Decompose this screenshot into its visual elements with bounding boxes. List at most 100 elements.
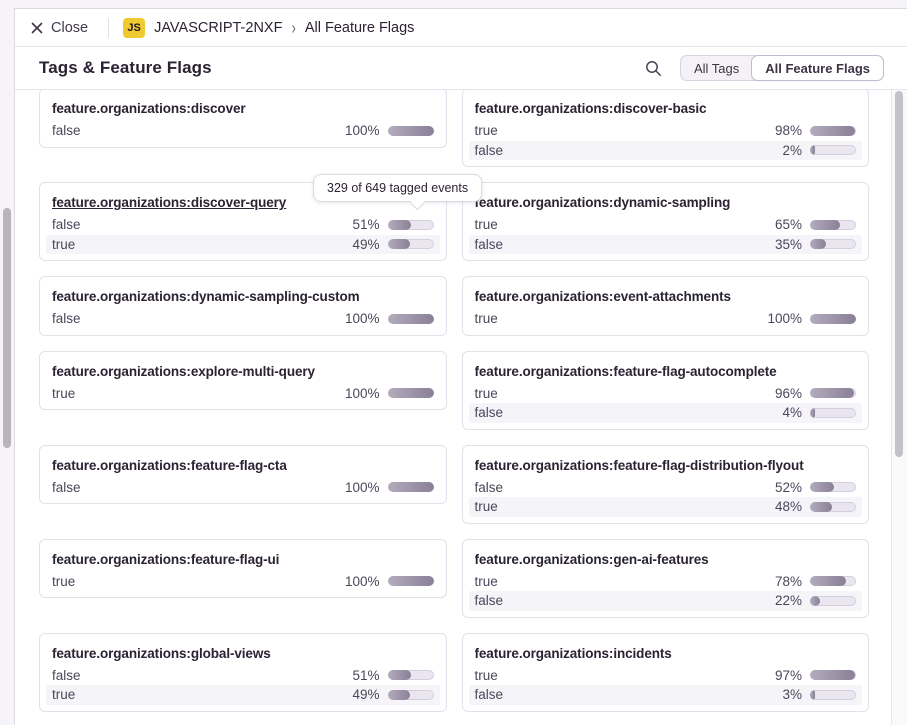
feature-flag-card: feature.organizations:explore-multi-quer… — [39, 351, 447, 411]
flag-percentage: 22% — [775, 593, 802, 608]
flag-value-label: false — [52, 668, 352, 683]
flag-value-rows: false100% — [46, 309, 440, 329]
flag-percentage: 51% — [352, 217, 379, 232]
flag-value-rows: false51%true49% — [46, 215, 440, 254]
feature-flag-name[interactable]: feature.organizations:feature-flag-cta — [52, 456, 434, 476]
feature-flag-name[interactable]: feature.organizations:gen-ai-features — [475, 550, 857, 570]
chevron-right-icon: › — [291, 17, 295, 38]
distribution-bar — [388, 690, 434, 700]
feature-flag-card: feature.organizations:feature-flag-ui tr… — [39, 539, 447, 599]
flag-percentage: 98% — [775, 123, 802, 138]
feature-flag-name[interactable]: feature.organizations:dynamic-sampling — [475, 193, 857, 213]
feature-flag-name[interactable]: feature.organizations:discover — [52, 99, 434, 119]
flag-value-label: false — [475, 593, 775, 608]
distribution-bar-fill — [810, 502, 832, 512]
feature-flag-card: feature.organizations:dynamic-sampling t… — [462, 182, 870, 261]
flag-percentage: 49% — [352, 687, 379, 702]
flag-value-row: false100% — [46, 478, 440, 498]
feature-flags-drawer: Close JS JAVASCRIPT-2NXF › All Feature F… — [14, 8, 907, 725]
distribution-bar — [388, 482, 434, 492]
flag-value-row: true97% — [469, 666, 863, 686]
javascript-platform-badge: JS — [123, 18, 145, 38]
flag-value-row: true100% — [46, 572, 440, 592]
flag-value-rows: false100% — [46, 121, 440, 141]
distribution-bar-fill — [388, 314, 434, 324]
page-scrollbar-thumb[interactable] — [3, 208, 11, 448]
feature-flag-name[interactable]: feature.organizations:incidents — [475, 644, 857, 664]
tab-all-tags[interactable]: All Tags — [681, 56, 752, 80]
search-button[interactable] — [641, 56, 666, 81]
distribution-bar — [810, 145, 856, 155]
distribution-bar-fill — [388, 388, 434, 398]
page-scrollbar-track — [0, 0, 14, 725]
flag-value-row: true49% — [46, 685, 440, 705]
distribution-bar-fill — [810, 239, 826, 249]
feature-flag-name[interactable]: feature.organizations:feature-flag-autoc… — [475, 362, 857, 382]
feature-flag-name[interactable]: feature.organizations:event-attachments — [475, 287, 857, 307]
distribution-bar — [810, 690, 856, 700]
flag-percentage: 52% — [775, 480, 802, 495]
feature-flag-name[interactable]: feature.organizations:discover-basic — [475, 99, 857, 119]
flag-value-label: true — [475, 574, 775, 589]
distribution-bar — [810, 502, 856, 512]
flag-value-label: false — [475, 237, 775, 252]
flag-value-label: true — [475, 386, 775, 401]
flag-value-label: false — [52, 217, 352, 232]
drawer-scrollbar-track — [891, 90, 907, 725]
distribution-bar — [810, 314, 856, 324]
tab-all-feature-flags[interactable]: All Feature Flags — [751, 55, 884, 81]
feature-flag-card: feature.organizations:discover false100% — [39, 90, 447, 148]
flag-value-row: true49% — [46, 235, 440, 255]
drawer-top-bar: Close JS JAVASCRIPT-2NXF › All Feature F… — [15, 9, 907, 47]
feature-flag-card: feature.organizations:dynamic-sampling-c… — [39, 276, 447, 336]
distribution-bar — [810, 220, 856, 230]
flag-value-row: false52% — [469, 478, 863, 498]
flag-value-rows: true78%false22% — [469, 572, 863, 611]
flag-percentage: 2% — [782, 143, 802, 158]
distribution-bar-fill — [388, 670, 411, 680]
feature-flag-name[interactable]: feature.organizations:feature-flag-distr… — [475, 456, 857, 476]
feature-flag-name[interactable]: feature.organizations:explore-multi-quer… — [52, 362, 434, 382]
top-bar-divider — [108, 18, 109, 38]
distribution-bar-fill — [388, 576, 434, 586]
flag-value-rows: false52%true48% — [469, 478, 863, 517]
flag-value-row: false3% — [469, 685, 863, 705]
distribution-bar — [388, 670, 434, 680]
distribution-bar-fill — [810, 314, 856, 324]
feature-flag-card: feature.organizations:feature-flag-cta f… — [39, 445, 447, 505]
distribution-bar-fill — [388, 239, 411, 249]
flag-value-rows: true65%false35% — [469, 215, 863, 254]
flag-value-row: false4% — [469, 403, 863, 423]
drawer-content: feature.organizations:discover false100%… — [15, 90, 907, 725]
distribution-bar — [388, 388, 434, 398]
flag-value-row: false51% — [46, 215, 440, 235]
distribution-bar-fill — [810, 670, 855, 680]
flag-percentage: 100% — [345, 386, 380, 401]
flag-value-row: false100% — [46, 121, 440, 141]
flag-value-label: false — [52, 480, 345, 495]
distribution-bar-fill — [388, 220, 411, 230]
flag-value-row: true100% — [469, 309, 863, 329]
flag-value-rows: true100% — [46, 572, 440, 592]
flag-percentage: 65% — [775, 217, 802, 232]
feature-flag-name[interactable]: feature.organizations:feature-flag-ui — [52, 550, 434, 570]
flag-value-label: true — [475, 499, 775, 514]
distribution-bar-fill — [810, 126, 855, 136]
flag-value-label: true — [475, 311, 768, 326]
flag-value-row: true98% — [469, 121, 863, 141]
flag-value-label: false — [52, 311, 345, 326]
flag-percentage: 100% — [345, 311, 380, 326]
feature-flag-card: feature.organizations:gen-ai-features tr… — [462, 539, 870, 618]
feature-flag-name[interactable]: feature.organizations:global-views — [52, 644, 434, 664]
distribution-bar — [388, 220, 434, 230]
distribution-bar — [388, 314, 434, 324]
breadcrumb-project-link[interactable]: JAVASCRIPT-2NXF — [154, 20, 282, 36]
close-button[interactable]: Close — [25, 16, 94, 40]
flag-value-row: true96% — [469, 384, 863, 404]
flag-value-label: true — [52, 687, 352, 702]
distribution-bar — [810, 408, 856, 418]
drawer-scrollbar-thumb[interactable] — [895, 91, 903, 457]
feature-flag-name[interactable]: feature.organizations:dynamic-sampling-c… — [52, 287, 434, 307]
distribution-bar — [810, 576, 856, 586]
distribution-bar — [810, 126, 856, 136]
